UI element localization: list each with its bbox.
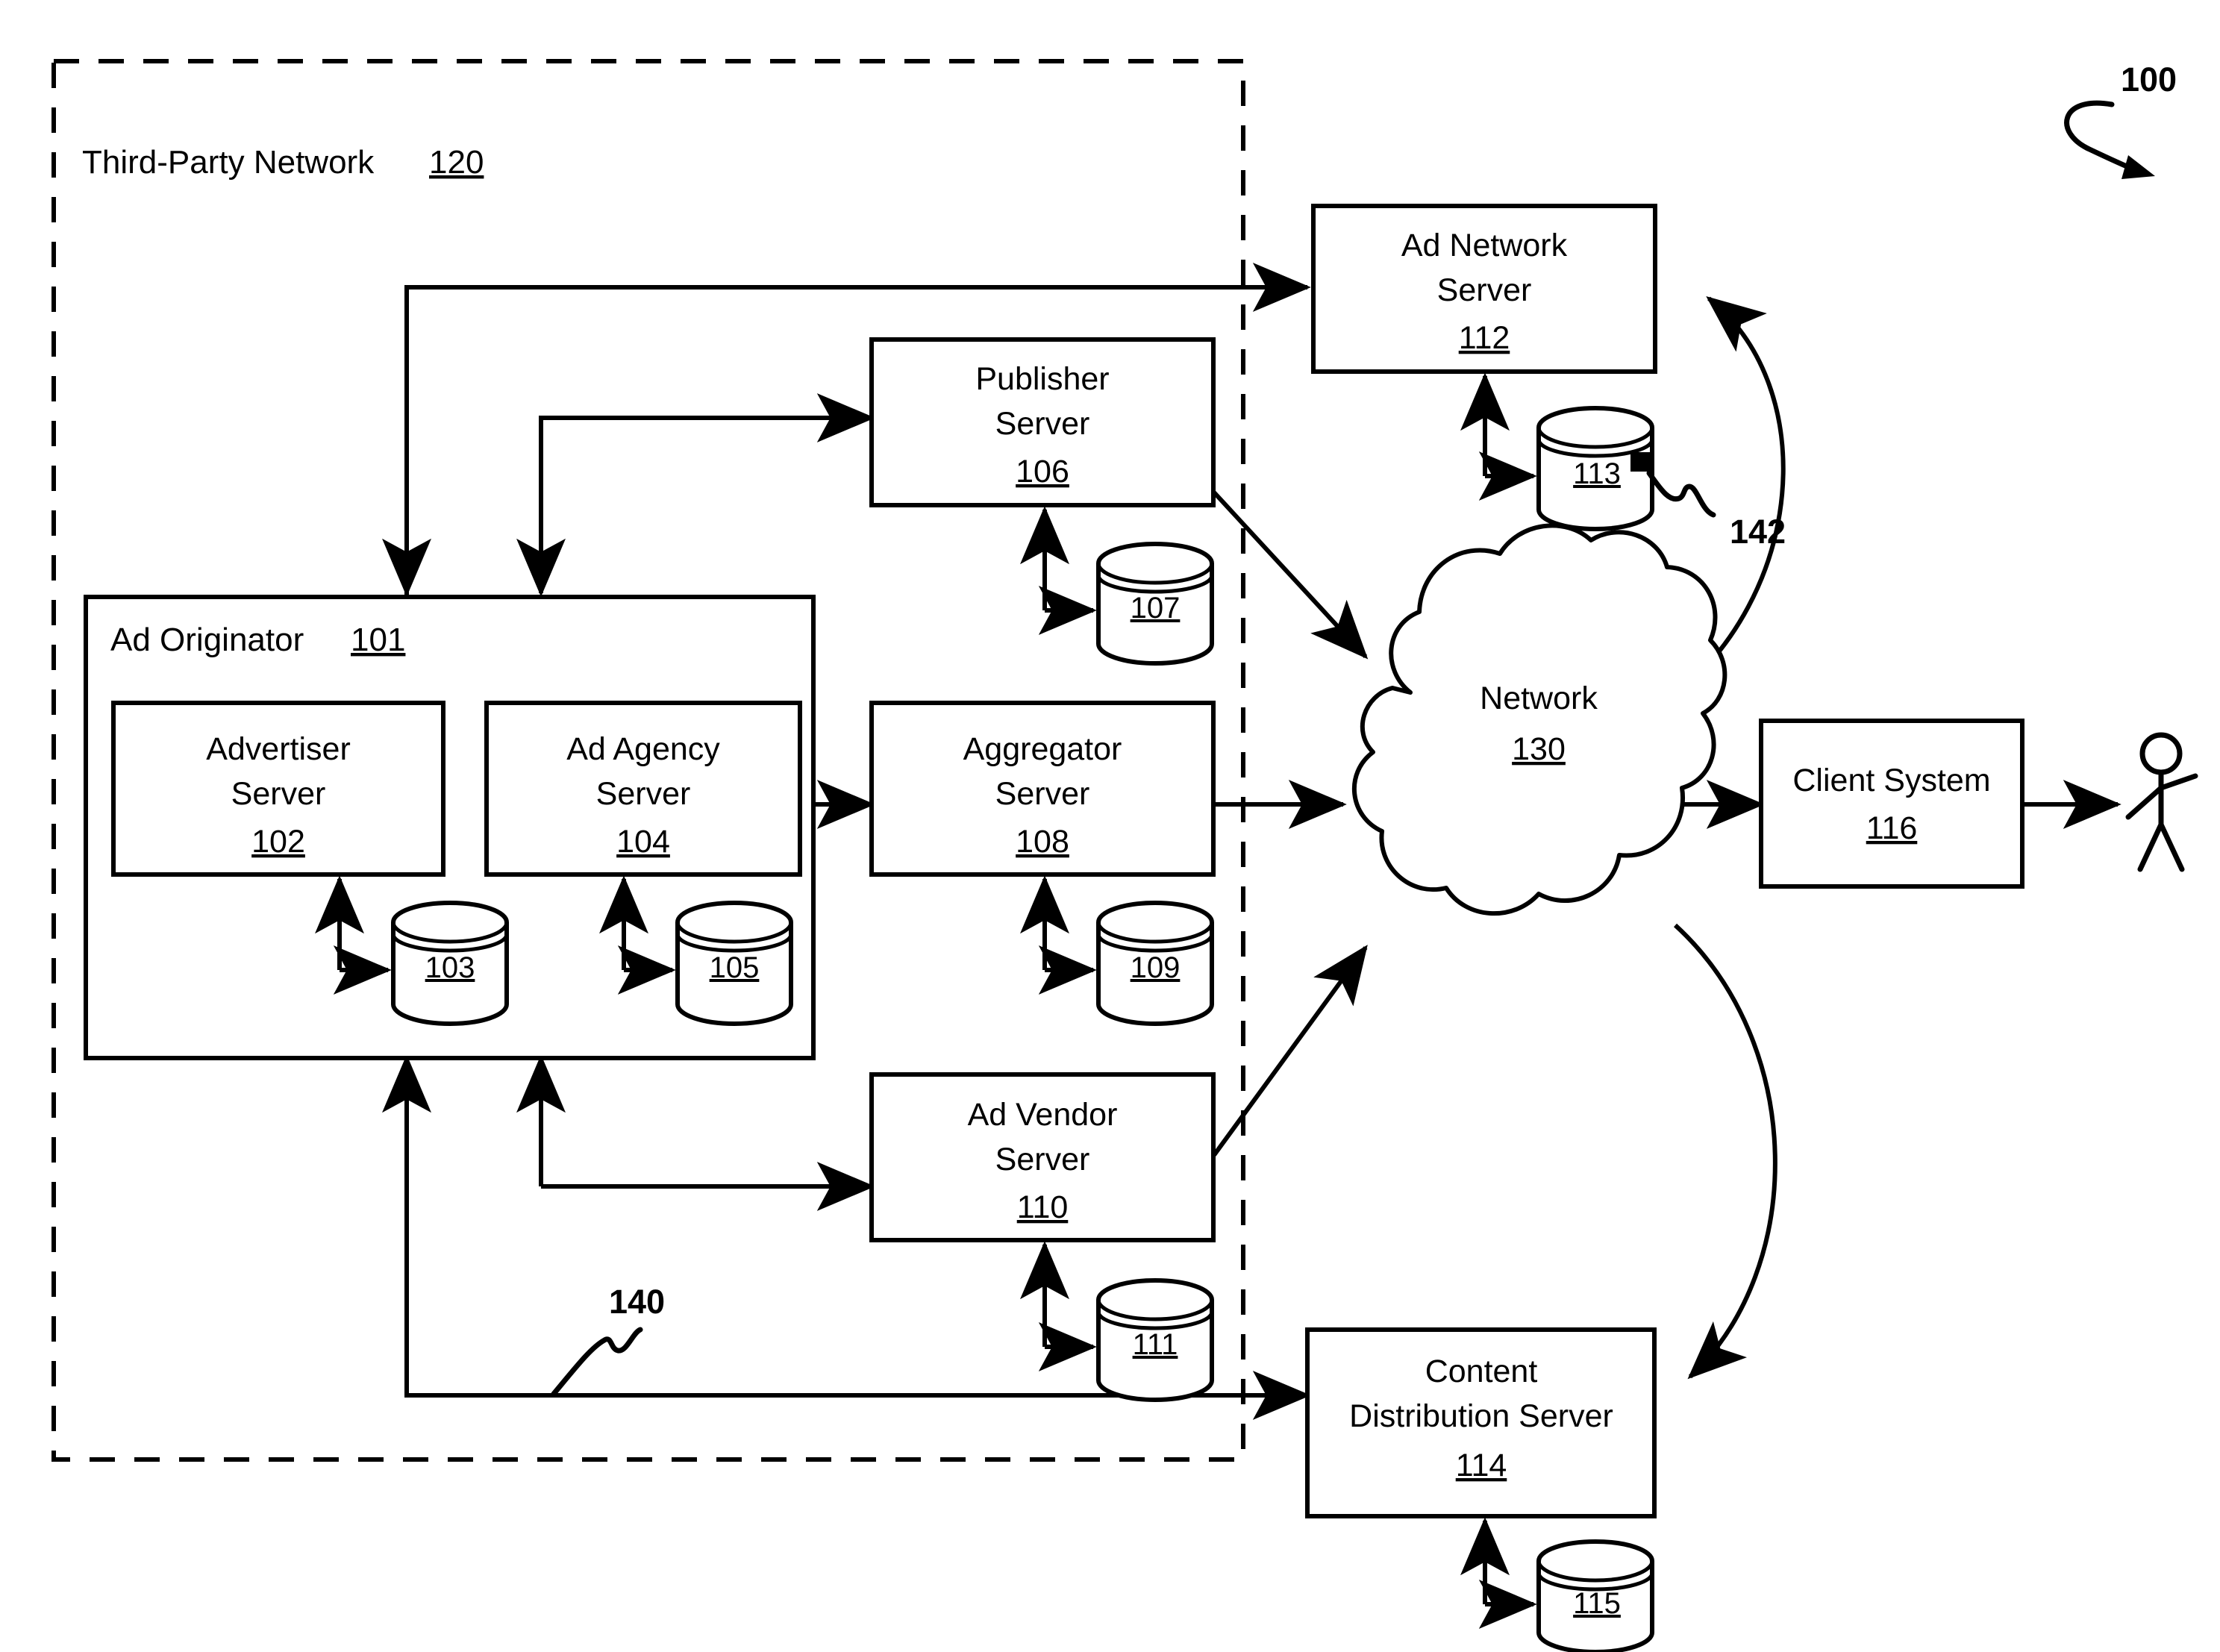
ad-agency-database[interactable]: 105 (675, 901, 793, 1026)
publisher-server-line2: Server (995, 406, 1090, 442)
content-distribution-server-numeral: 114 (1456, 1448, 1507, 1483)
ad-agency-server-line2: Server (596, 776, 691, 812)
system-diagram: Third-Party Network 120 100 Ad Originato… (0, 0, 2220, 1652)
third-party-network-label: Third-Party Network (82, 144, 375, 181)
ad-vendor-database[interactable]: 111 (1096, 1278, 1214, 1402)
ad-network-database-numeral: 113 (1573, 457, 1621, 490)
patent-figure: Third-Party Network 120 100 Ad Originato… (0, 0, 2220, 1652)
ad-vendor-server-line1: Ad Vendor (968, 1097, 1118, 1133)
content-distribution-server-line2: Distribution Server (1349, 1398, 1613, 1434)
advertiser-server-line2: Server (231, 776, 326, 812)
ad-vendor-database-numeral: 111 (1133, 1328, 1178, 1361)
ad-agency-server-line1: Ad Agency (566, 731, 720, 767)
ad-agency-server-numeral: 104 (616, 824, 670, 860)
network-cloud-label: Network (1480, 680, 1598, 716)
figure-reference-numeral: 100 (2121, 60, 2177, 98)
ad-originator-label: Ad Originator (110, 622, 304, 658)
client-system-box[interactable] (1759, 719, 2024, 889)
client-system-numeral: 116 (1866, 810, 1918, 846)
content-distribution-server-line1: Content (1425, 1354, 1538, 1389)
ad-network-server-numeral: 112 (1459, 320, 1510, 356)
network-cloud-numeral: 130 (1512, 731, 1566, 767)
publisher-server-numeral: 106 (1016, 454, 1069, 489)
advertiser-server-line1: Advertiser (206, 731, 351, 767)
publisher-database[interactable]: 107 (1096, 542, 1214, 666)
aggregator-server-numeral: 108 (1016, 824, 1069, 860)
ad-network-server-line2: Server (1437, 272, 1532, 308)
ad-vendor-server-line2: Server (995, 1142, 1090, 1177)
tracking-marker-square (1630, 452, 1650, 472)
aggregator-server-line1: Aggregator (963, 731, 1122, 767)
content-distribution-database[interactable]: 115 (1536, 1539, 1654, 1652)
feedback-path-numeral: 140 (609, 1283, 665, 1321)
advertiser-database-numeral: 103 (425, 951, 475, 984)
ad-originator-numeral: 101 (351, 622, 405, 658)
content-distribution-database-numeral: 115 (1573, 1587, 1621, 1620)
tracking-path-numeral: 142 (1730, 513, 1786, 551)
ad-agency-database-numeral: 105 (710, 951, 760, 984)
ad-vendor-server-numeral: 110 (1017, 1189, 1069, 1225)
ad-network-database[interactable]: 113 (1536, 406, 1654, 531)
advertiser-server-numeral: 102 (251, 824, 305, 860)
aggregator-database[interactable]: 109 (1096, 901, 1214, 1026)
aggregator-database-numeral: 109 (1131, 951, 1181, 984)
publisher-server-line1: Publisher (975, 361, 1109, 397)
client-system-label: Client System (1792, 763, 1990, 798)
advertiser-database[interactable]: 103 (391, 901, 509, 1026)
publisher-database-numeral: 107 (1131, 592, 1181, 625)
third-party-network-numeral: 120 (429, 144, 484, 181)
ad-network-server-line1: Ad Network (1401, 228, 1568, 263)
aggregator-server-line2: Server (995, 776, 1090, 812)
